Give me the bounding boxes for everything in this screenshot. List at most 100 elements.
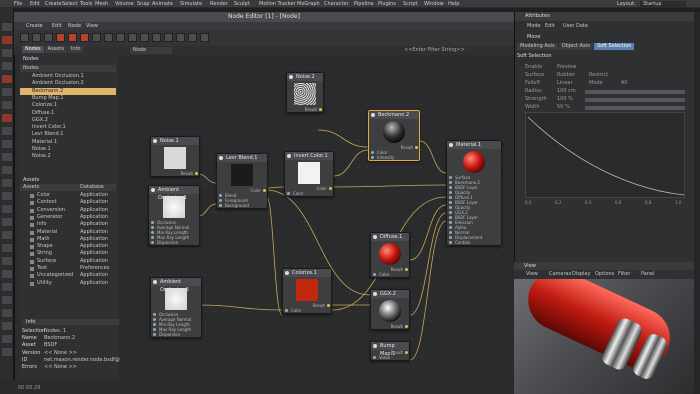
node-diffuse[interactable]: Diffuse.1 Result Color (370, 232, 410, 278)
port-dot[interactable] (153, 323, 156, 326)
asset-row[interactable]: String Application (20, 250, 116, 257)
port-dot[interactable] (327, 304, 330, 307)
port-dot[interactable] (287, 192, 290, 195)
output-port[interactable]: Result (151, 171, 199, 176)
asset-row[interactable]: Surface Application (20, 258, 116, 265)
menu-create[interactable]: Create (45, 1, 62, 7)
viewport-menu-panel[interactable]: Panel (641, 271, 655, 277)
port-dot[interactable] (151, 236, 154, 239)
node-list-item[interactable]: Bump Map.1 (20, 95, 116, 102)
tool-button[interactable] (1, 308, 13, 318)
port-dot[interactable] (449, 191, 452, 194)
asset-row[interactable]: Conversion Application (20, 207, 116, 214)
menu-edit[interactable]: Edit (30, 1, 40, 7)
tool-button[interactable] (1, 204, 13, 214)
node-colorize[interactable]: Colorize.1 Result Color (282, 268, 332, 314)
menu-character[interactable]: Character (324, 1, 349, 7)
attr-slider[interactable] (585, 90, 685, 94)
attr-field[interactable]: Linear (557, 80, 573, 86)
tool-button[interactable] (1, 35, 13, 45)
port-dot[interactable] (449, 201, 452, 204)
menu-window[interactable]: Window (424, 1, 444, 7)
node-ao1[interactable]: Ambient Occlusion.1 Occlusion Average Norm… (148, 185, 200, 246)
ne-menu-create[interactable]: Create (26, 23, 43, 29)
node-list-item[interactable]: Colorize.1 (20, 102, 116, 109)
tool-button[interactable] (1, 178, 13, 188)
port-dot[interactable] (153, 328, 156, 331)
port-dot[interactable] (415, 146, 418, 149)
port-dot[interactable] (219, 204, 222, 207)
port-dot[interactable] (449, 226, 452, 229)
port-dot[interactable] (449, 206, 452, 209)
menu-sculpt[interactable]: Sculpt (234, 1, 250, 7)
port-dot[interactable] (449, 216, 452, 219)
port-dot[interactable] (153, 318, 156, 321)
node-list-item[interactable]: Invert Color.1 (20, 124, 116, 131)
tool-button[interactable] (1, 256, 13, 266)
asset-row[interactable]: Context Application (20, 199, 116, 206)
asset-row[interactable]: Generator Application (20, 214, 116, 221)
input-port[interactable]: Color (371, 272, 409, 277)
tab-nodes[interactable]: Nodes (22, 46, 44, 53)
port-dot[interactable] (449, 196, 452, 199)
port-dot[interactable] (151, 241, 154, 244)
port-dot[interactable] (449, 186, 452, 189)
node-beckmann[interactable]: Beckmann.2 Result Color Intensity (368, 110, 420, 161)
toolbar-button[interactable] (188, 33, 197, 42)
toolbar-button[interactable] (164, 33, 173, 42)
attr-menu-edit[interactable]: Edit (545, 23, 555, 29)
node-list-item[interactable]: Material.1 (20, 139, 116, 146)
port-dot[interactable] (151, 226, 154, 229)
toolbar-button[interactable] (140, 33, 149, 42)
port-dot[interactable] (449, 241, 452, 244)
menu-tools[interactable]: Tools (80, 1, 92, 7)
node-list-item[interactable]: Diffuse.1 (20, 110, 116, 117)
attr-tab[interactable]: Object Axis (558, 43, 593, 50)
port-dot[interactable] (449, 221, 452, 224)
input-port[interactable]: Color (283, 308, 331, 313)
tool-button[interactable] (1, 113, 13, 123)
layout-dropdown[interactable]: Startup (640, 1, 686, 7)
port-dot[interactable] (329, 187, 332, 190)
ne-menu-node[interactable]: Node (68, 23, 81, 29)
asset-row[interactable]: Material Application (20, 229, 116, 236)
asset-row[interactable]: Utility Application (20, 280, 116, 287)
node-list-item[interactable]: Noise.1 (20, 146, 116, 153)
port-dot[interactable] (195, 172, 198, 175)
tool-button[interactable] (1, 152, 13, 162)
toolbar-button[interactable] (20, 33, 29, 42)
menu-motion-tracker[interactable]: Motion Tracker (259, 1, 296, 7)
node-bump[interactable]: Bump Map.1 Result Value (370, 341, 410, 361)
node-material[interactable]: Material.1 Surface Beckmann.2 BSDF Layer Opa… (446, 140, 502, 246)
toolbar-button[interactable] (176, 33, 185, 42)
port-dot[interactable] (151, 221, 154, 224)
tool-button[interactable] (1, 74, 13, 84)
port-dot[interactable] (405, 325, 408, 328)
menu-select[interactable]: Select (62, 1, 77, 7)
menu-render[interactable]: Render (210, 1, 228, 7)
port-dot[interactable] (219, 194, 222, 197)
port-dot[interactable] (373, 273, 376, 276)
attr-field[interactable]: 100 cm (557, 88, 576, 94)
attr-menu-user-data[interactable]: User Data (563, 23, 588, 29)
port-dot[interactable] (449, 236, 452, 239)
toolbar-button[interactable] (32, 33, 41, 42)
menu-pipeline[interactable]: Pipeline (354, 1, 374, 7)
menu-script[interactable]: Script (403, 1, 418, 7)
tool-button[interactable] (1, 334, 13, 344)
attr-field[interactable]: 50 % (557, 104, 570, 110)
tool-button[interactable] (1, 295, 13, 305)
port-dot[interactable] (151, 231, 154, 234)
port-dot[interactable] (449, 181, 452, 184)
menu-volume[interactable]: Volume (115, 1, 134, 7)
tab-info[interactable]: Info (67, 46, 84, 53)
viewport-menu-display[interactable]: Display (572, 271, 590, 277)
port-dot[interactable] (319, 108, 322, 111)
toolbar-button[interactable] (56, 33, 65, 42)
tool-button[interactable] (1, 230, 13, 240)
port-dot[interactable] (371, 156, 374, 159)
attr-field[interactable]: Restrict (589, 72, 608, 78)
toolbar-button[interactable] (104, 33, 113, 42)
asset-row[interactable]: Info Application (20, 221, 116, 228)
attr-field[interactable]: All (621, 80, 627, 86)
